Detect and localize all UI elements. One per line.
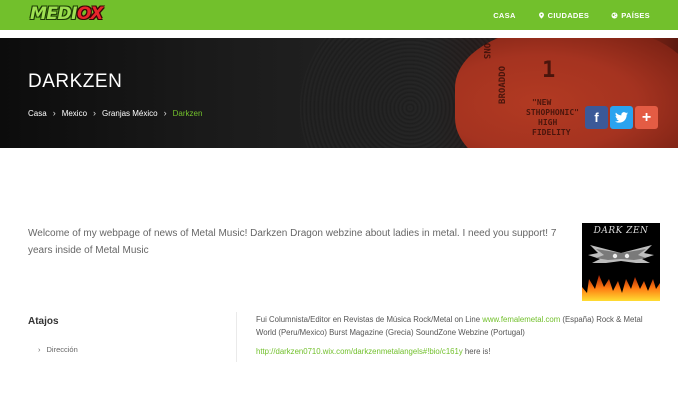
description-text: Fui Columnista/Editor en Revistas de Mús… <box>256 314 651 339</box>
wings-flames-icon <box>582 245 660 301</box>
site-logo[interactable]: MEDIOX <box>30 4 103 26</box>
record-label-line: "NEW <box>532 98 552 107</box>
breadcrumb-item-current: Darkzen <box>172 108 203 118</box>
nav-item-casa[interactable]: CASA <box>493 11 515 20</box>
url-line-suffix: here is! <box>462 347 491 356</box>
record-glyph: 1 <box>542 58 556 83</box>
nav-item-ciudades[interactable]: CIUDADES <box>538 11 590 20</box>
record-text-vertical: BROADDO <box>498 66 508 104</box>
femalemetal-link[interactable]: www.femalemetal.com <box>482 315 560 324</box>
record-text-top: ONS <box>481 42 492 60</box>
sidebar-link-direccion[interactable]: › Dirección <box>38 345 78 354</box>
nav-item-label: PAÍSES <box>621 10 650 20</box>
darkzen-wix-link[interactable]: http://darkzen0710.wix.com/darkzenmetala… <box>256 347 463 356</box>
sidebar-link-label: Dirección <box>46 345 78 354</box>
nav-item-label: CIUDADES <box>547 10 590 20</box>
breadcrumb-item-granjas-mexico[interactable]: Granjas México <box>102 109 158 118</box>
record-label-line: FIDELITY <box>532 128 571 137</box>
map-marker-icon <box>538 11 544 19</box>
breadcrumb: Casa › Mexico › Granjas México › Darkzen <box>28 108 202 118</box>
chevron-right-icon: › <box>52 108 56 118</box>
breadcrumb-item-casa[interactable]: Casa <box>28 109 47 118</box>
globe-icon <box>611 11 618 19</box>
description-before-link: Fui Columnista/Editor en Revistas de Mús… <box>256 315 483 324</box>
main-nav: CASA CIUDADES PAÍSES <box>493 0 650 30</box>
nav-item-label: CASA <box>493 10 516 20</box>
darkzen-avatar-image: DARK ZEN <box>582 223 660 301</box>
nav-item-paises[interactable]: PAÍSES <box>611 11 650 20</box>
welcome-text: Welcome of my webpage of news of Metal M… <box>28 228 557 256</box>
page-title: DARKZEN <box>28 71 123 92</box>
facebook-icon: f <box>594 110 599 125</box>
plus-icon: + <box>641 108 652 126</box>
logo-text-medi: MEDI <box>30 4 77 24</box>
breadcrumb-item-mexico[interactable]: Mexico <box>62 109 87 118</box>
chevron-right-icon: › <box>38 345 41 354</box>
chevron-right-icon: › <box>163 108 167 118</box>
record-label-line: STHOPHONIC" <box>526 108 579 117</box>
hero-banner: BROADDO ONS "NEW STHOPHONIC" HIGH FIDELI… <box>0 38 678 148</box>
chevron-right-icon: › <box>93 108 97 118</box>
record-label-line: HIGH <box>538 118 558 127</box>
website-url-line: http://darkzen0710.wix.com/darkzenmetala… <box>256 347 491 356</box>
more-share-button[interactable]: + <box>635 106 658 129</box>
column-divider <box>236 312 237 362</box>
facebook-share-button[interactable]: f <box>585 106 608 129</box>
top-navbar: MEDIOX CASA CIUDADES PAÍSES <box>0 0 678 30</box>
sidebar-heading: Atajos <box>28 316 59 327</box>
twitter-share-button[interactable] <box>610 106 633 129</box>
social-share-buttons: f + <box>585 106 658 129</box>
logo-text-ox: OX <box>76 4 103 24</box>
twitter-bird-icon <box>615 112 628 123</box>
